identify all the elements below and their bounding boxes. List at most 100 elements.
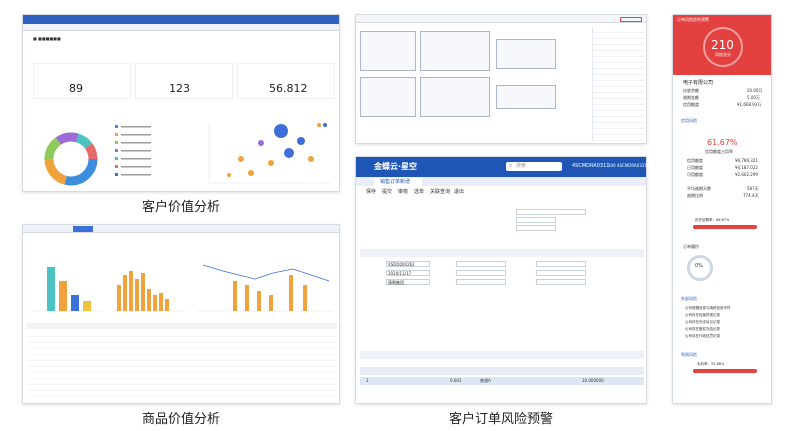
toolbar: [356, 15, 646, 23]
stat-0-label: 应收余额: [683, 88, 699, 93]
stat-1-label: 逾期金额: [683, 95, 699, 100]
search-box[interactable]: ⌕ 搜索: [506, 162, 562, 171]
field-h[interactable]: [536, 261, 586, 267]
stat-1-value: 5.00万: [747, 95, 760, 100]
metric-value-2: 123: [169, 82, 190, 95]
gauge-label: 订单履约: [683, 244, 699, 249]
tab-strip: [23, 24, 339, 31]
risk-header: 订单风险综合预警: [677, 17, 709, 22]
product-value-screenshot: [22, 224, 340, 404]
detail-2-value: ¥2,602,299: [735, 172, 758, 177]
menu-submit[interactable]: 提交: [382, 190, 392, 195]
menu-save[interactable]: 保存: [366, 190, 376, 195]
detail-header: [360, 367, 644, 375]
credit-percent: 61.67%: [707, 138, 738, 147]
caption-customer-value: 客户价值分析: [141, 200, 220, 215]
warn-bar: [693, 225, 757, 229]
search-placeholder: 搜索: [516, 163, 527, 169]
menu-select[interactable]: 选单: [414, 190, 424, 195]
list-title: 外部风险: [681, 296, 697, 301]
credit-title: 信用风险: [681, 118, 697, 123]
date-value: 2020/11/17: [388, 271, 412, 276]
search-icon: ⌕: [509, 162, 513, 169]
detail-1-label: 已用额度: [687, 165, 703, 170]
subtab-bar: [360, 249, 644, 257]
bottom-title: 利润风险: [681, 352, 697, 357]
metric-value-3: 56.812: [269, 82, 308, 95]
field-b[interactable]: [516, 217, 556, 223]
menu-audit[interactable]: 审核: [398, 190, 408, 195]
detail-1-value: ¥4,187,022: [735, 165, 758, 170]
metric-value-1: 89: [69, 82, 83, 95]
stat-2-label: 信用额度: [683, 102, 699, 107]
table-header: [27, 323, 337, 329]
tab-bar: 销售订单新增: [356, 177, 646, 186]
detail-tabs: [360, 351, 644, 359]
bottom-label: 毛利率：55.68%: [697, 362, 725, 366]
sales-order-screenshot: 金蝶云·星空 ⌕ 搜索 4SCMDRA0311 100 4SCMDRA0311 …: [355, 156, 647, 404]
row-name: 普通A: [480, 378, 491, 383]
caption-product-value: 商品价值分析: [141, 412, 220, 427]
table-body: [27, 331, 337, 401]
tab-title: 销售订单新增: [380, 179, 411, 185]
flow-box-4: [420, 77, 490, 117]
account-label-2: 100 4SCMDRA0311: [608, 163, 647, 168]
red-button[interactable]: [620, 17, 642, 22]
customer-value-screenshot: ■ ■■■■■■ 89 123 56.812: [22, 14, 340, 192]
field-g[interactable]: [456, 279, 506, 285]
list-item-4: 公司存在行政处罚记录: [685, 334, 720, 338]
score-label: 风险总分: [715, 52, 731, 57]
active-tab[interactable]: [73, 226, 93, 232]
list-item-1: 公司存在经营异常记录: [685, 313, 720, 317]
panel-title: ■ ■■■■■■: [33, 36, 61, 41]
menu-bar: 保存 提交 审核 选单 关联查询 退出: [356, 187, 646, 197]
donut-chart: [44, 125, 151, 186]
row-code: 0.001: [450, 378, 462, 383]
tab-sales-order[interactable]: 销售订单新增: [374, 178, 422, 186]
flow-box-2: [420, 31, 490, 71]
stat-0-value: 20.00万: [747, 88, 763, 93]
overdue-0-value: 587天: [747, 186, 759, 191]
customer-value: 唐朝集团: [388, 280, 404, 285]
line-bar-chart: [197, 264, 333, 312]
brand-logo: 金蝶云·星空: [374, 162, 418, 171]
overdue-1-label: 逾期比例: [687, 193, 703, 198]
field-i[interactable]: [536, 270, 586, 276]
bar-chart-1: [31, 267, 103, 312]
bottom-bar: [693, 369, 757, 373]
detail-0-label: 信用额度: [687, 158, 703, 163]
company-name: 电子有限公司: [683, 80, 714, 86]
overdue-1-value: 774.4天: [743, 193, 759, 198]
field-a[interactable]: [516, 209, 586, 215]
menu-query[interactable]: 关联查询: [430, 190, 450, 195]
browser-bar: [23, 15, 339, 24]
caption-order-risk: 客户订单风险预警: [448, 412, 553, 427]
list-item-3: 公司存在股权冻结记录: [685, 327, 720, 331]
side-list: [592, 27, 644, 141]
menu-exit[interactable]: 退出: [454, 190, 464, 195]
tab-strip: [23, 225, 339, 233]
field-f[interactable]: [456, 270, 506, 276]
flow-box-3: [360, 77, 416, 117]
field-e[interactable]: [456, 261, 506, 267]
risk-score: 210: [711, 38, 734, 52]
field-j[interactable]: [536, 279, 586, 285]
detail-2-label: 可用额度: [687, 172, 703, 177]
gauge-value: 0%: [695, 263, 703, 269]
risk-panel-screenshot: 订单风险综合预警 210 风险总分 电子有限公司 应收余额 20.00万 逾期金…: [672, 14, 772, 404]
order-no-value: XSDD000262: [388, 262, 415, 267]
row-qty: 10.000000: [582, 378, 604, 383]
field-c[interactable]: [516, 225, 556, 231]
bar-chart-2: [113, 271, 185, 312]
account-label: 4SCMDRA0311: [572, 163, 610, 169]
list-item-0: 公司规模信息与纳税信用不符: [685, 306, 731, 310]
flow-box-6: [496, 85, 556, 109]
bubble-chart: [208, 123, 331, 184]
percent-label: 信用额度占用率: [705, 149, 733, 154]
detail-0-value: ¥6,789,321: [735, 158, 758, 163]
stat-2-value: ¥1,668.93万: [737, 102, 762, 107]
list-item-2: 公司存在司法诉讼记录: [685, 320, 720, 324]
app-header: 金蝶云·星空 ⌕ 搜索 4SCMDRA0311 100 4SCMDRA0311: [356, 157, 647, 177]
flow-box-1: [360, 31, 416, 71]
flow-box-5: [496, 39, 556, 69]
